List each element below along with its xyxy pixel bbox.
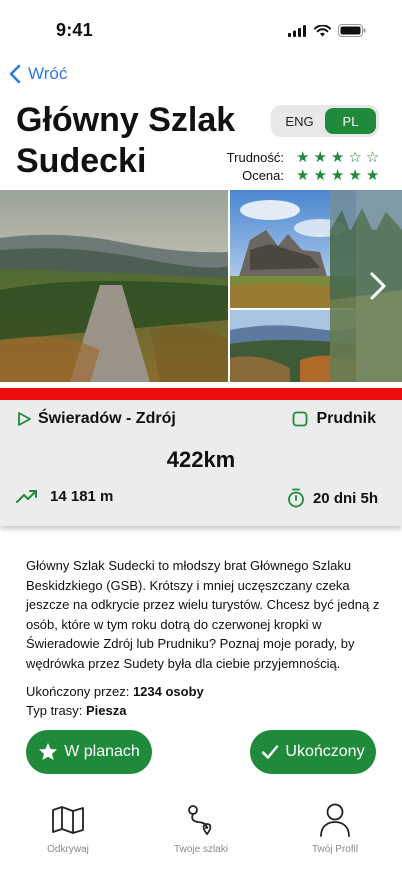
route-start-label: Świeradów - Zdrój bbox=[38, 410, 176, 427]
tab-your-trails-label: Twoje szlaki bbox=[174, 844, 228, 855]
trending-up-icon bbox=[16, 489, 37, 503]
route-duration-value: 20 dni 5h bbox=[312, 489, 378, 507]
chevron-right-icon bbox=[370, 272, 386, 300]
trail-type-label: Typ trasy: bbox=[26, 703, 86, 718]
tab-discover-label: Odkrywaj bbox=[47, 844, 89, 855]
trail-photo-main[interactable] bbox=[0, 190, 228, 382]
star-filled-icon: ★ bbox=[313, 149, 327, 166]
star-filled-icon: ★ bbox=[296, 149, 310, 166]
star-filled-icon: ★ bbox=[296, 167, 310, 184]
route-summary-card: Świeradów - Zdrój Prudnik 422km 14 181 m… bbox=[0, 400, 402, 526]
language-option-eng[interactable]: ENG bbox=[274, 108, 325, 134]
status-bar: 9:41 bbox=[0, 0, 402, 58]
completed-by-value: 1234 osoby bbox=[132, 684, 204, 699]
language-toggle[interactable]: ENG PL bbox=[271, 105, 379, 137]
route-end: Prudnik bbox=[292, 410, 376, 428]
difficulty-label: Trudność: bbox=[226, 150, 284, 165]
map-icon bbox=[50, 802, 86, 838]
stop-outline-icon bbox=[293, 411, 308, 427]
play-outline-icon bbox=[18, 412, 31, 426]
tab-your-trails[interactable]: Twoje szlaki bbox=[151, 802, 251, 855]
wifi-icon bbox=[314, 24, 331, 36]
route-start: Świeradów - Zdrój bbox=[16, 410, 176, 428]
star-empty-icon: ☆ bbox=[365, 149, 380, 166]
completed-by-label: Ukończony przez: bbox=[26, 684, 133, 699]
tab-profile-label: Twój Profil bbox=[311, 844, 359, 855]
rating-label: Ocena: bbox=[242, 168, 284, 183]
route-duration: 20 dni 5h bbox=[287, 488, 378, 508]
route-icon bbox=[183, 802, 219, 838]
next-photo-button[interactable] bbox=[358, 264, 398, 308]
trail-description: Główny Szlak Sudecki to młodszy brat Głó… bbox=[26, 558, 380, 671]
route-elevation-value: 14 181 m bbox=[50, 488, 114, 505]
completed-by: Ukończony przez: 1234 osoby bbox=[26, 684, 204, 699]
chevron-left-icon bbox=[9, 64, 21, 84]
star-empty-icon: ☆ bbox=[348, 149, 362, 166]
planned-button-label: W planach bbox=[64, 743, 140, 760]
star-icon bbox=[39, 743, 58, 760]
route-elevation: 14 181 m bbox=[16, 488, 113, 505]
trail-type: Typ trasy: Piesza bbox=[26, 703, 126, 718]
photo-gallery[interactable] bbox=[0, 190, 402, 382]
language-option-pl[interactable]: PL bbox=[325, 108, 376, 134]
signal-icon bbox=[288, 24, 306, 37]
back-label: Wróć bbox=[28, 64, 68, 83]
tab-bar: Odkrywaj Twoje szlaki Twój Profil bbox=[0, 800, 402, 874]
star-filled-icon: ★ bbox=[365, 167, 380, 184]
difficulty-stars: ★ ★ ★ ☆ ☆ bbox=[296, 150, 379, 165]
stopwatch-icon bbox=[288, 488, 304, 508]
planned-button[interactable]: W planach bbox=[26, 730, 152, 774]
tab-profile[interactable]: Twój Profil bbox=[285, 802, 385, 855]
route-distance: 422km bbox=[166, 447, 236, 472]
trail-type-value: Piesza bbox=[85, 703, 127, 718]
rating-row: Ocena: ★ ★ ★ ★ ★ bbox=[222, 168, 379, 183]
back-button[interactable]: Wróć bbox=[8, 64, 67, 84]
rating-stars: ★ ★ ★ ★ ★ bbox=[296, 168, 379, 183]
star-filled-icon: ★ bbox=[330, 149, 345, 166]
status-icons bbox=[288, 24, 366, 37]
completed-button-label: Ukończony bbox=[285, 743, 365, 760]
star-filled-icon: ★ bbox=[330, 167, 345, 184]
star-filled-icon: ★ bbox=[348, 167, 362, 184]
battery-icon bbox=[338, 24, 366, 37]
profile-icon bbox=[317, 802, 353, 838]
star-filled-icon: ★ bbox=[313, 167, 327, 184]
trail-color-stripe bbox=[0, 388, 402, 400]
status-time: 9:41 bbox=[56, 20, 93, 40]
route-end-label: Prudnik bbox=[316, 410, 376, 427]
checkmark-icon bbox=[262, 745, 279, 759]
completed-button[interactable]: Ukończony bbox=[250, 730, 376, 774]
difficulty-row: Trudność: ★ ★ ★ ☆ ☆ bbox=[222, 150, 380, 165]
tab-discover[interactable]: Odkrywaj bbox=[18, 802, 118, 855]
